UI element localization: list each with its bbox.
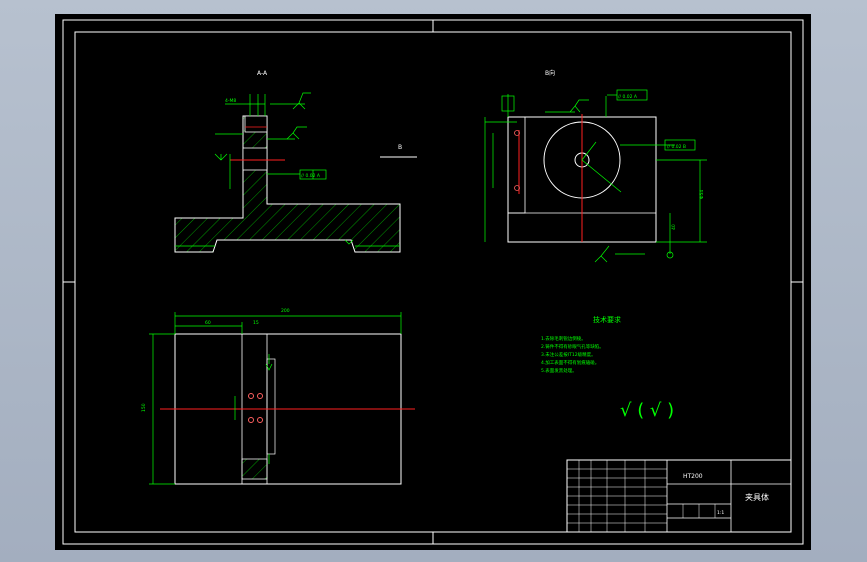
svg-text:B: B: [398, 144, 402, 151]
drawing-sheet[interactable]: A-A 4-M8 // 0.02 A B B向 // 0.02 A // 0.0…: [55, 14, 811, 550]
plan-hole-4: [257, 417, 263, 423]
tech-item-4: 4.加工表面不得有划痕磕碰。: [541, 359, 599, 366]
section-top-slot: [244, 115, 268, 133]
plan-dim-gap: 15: [253, 320, 259, 326]
top-view-label: B向: [545, 69, 555, 77]
tech-item-2: 2.铸件不得有砂眼气孔等缺陷。: [541, 343, 604, 350]
tech-title: 技术要求: [593, 315, 621, 324]
top-view-tol2: // 0.02 B: [667, 144, 686, 150]
plan-hole-1: [248, 393, 254, 399]
top-view-dims: [484, 89, 707, 263]
section-view-label: A-A: [257, 70, 268, 77]
plan-dim-width: 200: [281, 308, 290, 314]
section-outline: [174, 115, 401, 253]
plan-key: [266, 358, 276, 455]
title-block: HT200 夹具体 1:1: [566, 459, 792, 533]
inner-frame: [74, 31, 792, 533]
plan-view[interactable]: 200 60 150 15: [141, 308, 415, 485]
tech-item-3: 3.未注公差按IT12级精度。: [541, 351, 596, 358]
tech-requirements: 技术要求 1.去除毛刺锐边倒棱。 2.铸件不得有砂眼气孔等缺陷。 3.未注公差按…: [541, 315, 674, 421]
section-tol-text: // 0.02 A: [301, 173, 321, 179]
section-view[interactable]: A-A 4-M8 // 0.02 A: [174, 70, 401, 253]
tech-item-1: 1.去除毛刺锐边倒棱。: [541, 335, 586, 342]
dim-right2: 40: [671, 224, 677, 230]
part-name-text: 夹具体: [745, 492, 769, 502]
roughness-symbol: √ ( √ ): [620, 400, 674, 421]
section-dim-text: 4-M8: [225, 98, 236, 104]
sheet-scale-text: 1:1: [717, 510, 724, 516]
plan-hole-3: [248, 417, 254, 423]
tech-item-5: 5.表面发黑处理。: [541, 367, 577, 374]
plan-hole-2: [257, 393, 263, 399]
plan-dim-height: 150: [141, 403, 147, 412]
drawing-svg: A-A 4-M8 // 0.02 A B B向 // 0.02 A // 0.0…: [62, 19, 804, 545]
cad-viewport[interactable]: A-A 4-M8 // 0.02 A B B向 // 0.02 A // 0.0…: [0, 0, 867, 562]
plan-break: [241, 458, 268, 480]
top-view[interactable]: B向 // 0.02 A // 0.02 B Φ54 40: [484, 69, 707, 263]
top-view-tol: // 0.02 A: [618, 94, 638, 100]
plan-dim-offset: 60: [205, 320, 211, 326]
section-slot: [242, 147, 268, 171]
marker-b: B: [380, 144, 417, 158]
dim-right: Φ54: [699, 190, 705, 199]
top-view-rib: [507, 116, 526, 214]
material-text: HT200: [683, 473, 703, 480]
outer-frame: [62, 19, 804, 545]
